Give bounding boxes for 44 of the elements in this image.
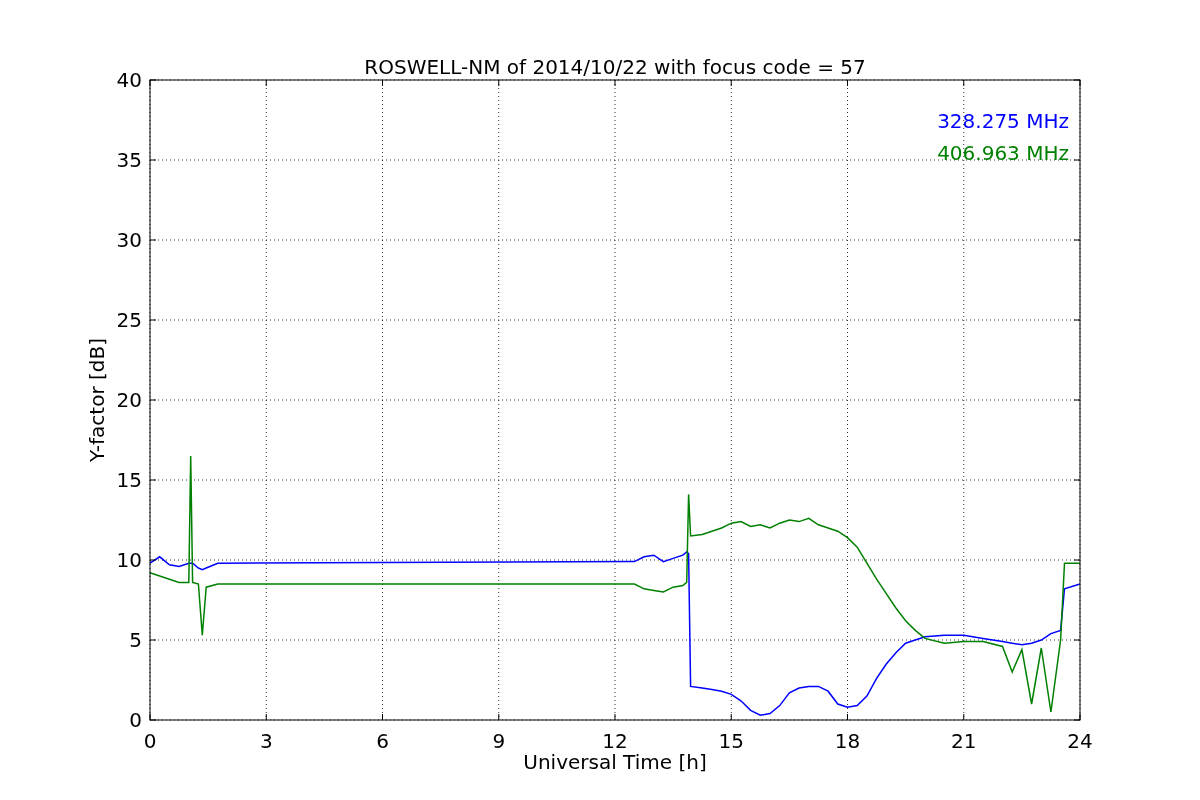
tick-mark [847,79,848,87]
y-tick-label: 5 [129,628,142,652]
tick-mark [730,79,732,87]
tick-mark [1073,159,1081,161]
tick-mark [614,79,616,87]
tick-mark [149,639,157,641]
x-tick-label: 18 [834,729,861,753]
y-tick-label: 15 [116,468,142,492]
y-tick-label: 0 [129,708,142,732]
tick-mark [1073,479,1081,481]
tick-mark [149,159,157,161]
x-tick-label: 24 [1067,729,1093,753]
tick-mark [1073,319,1081,321]
x-tick-label: 15 [718,729,744,753]
tick-mark [1073,399,1081,401]
tick-mark [1073,639,1081,641]
chart-title: ROSWELL-NM of 2014/10/22 with focus code = 57 [364,55,866,79]
y-tick-label: 10 [116,548,142,572]
x-tick-label: 0 [143,729,157,753]
x-tick-label: 21 [951,729,977,753]
y-tick-label: 20 [116,388,142,412]
x-tick-label: 6 [376,729,389,753]
tick-mark [149,479,157,481]
x-axis-label: Universal Time [h] [523,750,707,774]
y-tick-label: 40 [116,68,142,92]
tick-mark [382,79,383,87]
tick-mark [149,239,157,241]
tick-mark [149,399,157,401]
tick-mark [1073,559,1081,561]
x-tick-label: 3 [259,729,273,753]
x-tick-label: 9 [492,729,506,753]
y-tick-label: 30 [116,228,142,252]
legend-label: 328.275 MHz [937,109,1069,133]
tick-mark [963,79,965,87]
tick-mark [1073,239,1081,241]
tick-mark [149,319,157,321]
tick-mark [149,559,157,561]
legend-label: 406.963 MHz [937,141,1069,165]
tick-mark [265,79,267,87]
x-tick-label: 12 [602,729,628,753]
y-tick-label: 25 [116,308,142,332]
y-axis-label: Y-factor [dB] [85,338,109,462]
y-tick-label: 35 [116,148,142,172]
tick-mark [498,79,500,87]
